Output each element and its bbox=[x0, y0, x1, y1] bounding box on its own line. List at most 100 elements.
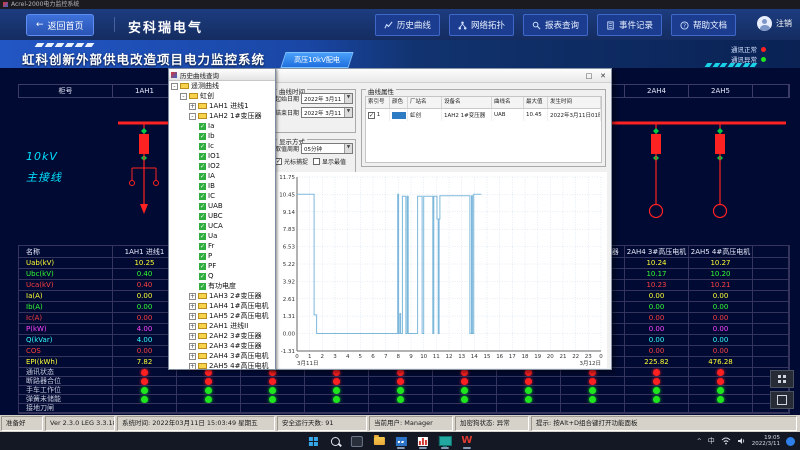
tree-item[interactable]: ✓IC bbox=[169, 191, 275, 201]
tree-item[interactable]: ✓IA bbox=[169, 171, 275, 181]
wps-app-icon[interactable]: W bbox=[460, 434, 474, 448]
bars-app-icon[interactable] bbox=[416, 434, 430, 448]
tree-item[interactable]: ✓IO2 bbox=[169, 161, 275, 171]
tree-item[interactable]: +1AH5 2#高压电机 bbox=[169, 311, 275, 321]
bay-id-header: 2AH5 bbox=[689, 85, 753, 97]
tree-item[interactable]: +1AH3 2#变压器 bbox=[169, 291, 275, 301]
nav-help-doc-button[interactable]: ? 帮助文档 bbox=[671, 14, 736, 36]
meas-value-cell: 0.00 bbox=[625, 324, 689, 335]
tree-item[interactable]: ✓PF bbox=[169, 261, 275, 271]
expand-icon[interactable]: + bbox=[189, 343, 196, 350]
status-dot bbox=[461, 378, 468, 385]
show-max-checkbox[interactable] bbox=[313, 158, 320, 165]
svg-text:12: 12 bbox=[446, 354, 453, 360]
tree-item[interactable]: ✓Ic bbox=[169, 141, 275, 151]
period-select[interactable]: 05分钟▼ bbox=[301, 143, 353, 154]
ime-indicator[interactable]: 中 bbox=[708, 436, 715, 446]
close-icon[interactable]: ✕ bbox=[597, 71, 609, 81]
tree-item[interactable]: +2AH1 进线II bbox=[169, 321, 275, 331]
chevron-down-icon: ▼ bbox=[344, 94, 352, 103]
check-icon: ✓ bbox=[199, 193, 206, 200]
tree-item[interactable]: -1AH2 1#变压器 bbox=[169, 111, 275, 121]
scada-app-icon[interactable] bbox=[394, 434, 408, 448]
panel-window-button[interactable] bbox=[770, 391, 794, 409]
maximize-icon[interactable]: □ bbox=[583, 71, 595, 81]
nav-report-query-button[interactable]: 报表查询 bbox=[523, 14, 588, 36]
tab-hv-10kv[interactable]: 高压10kV配电 bbox=[280, 52, 353, 68]
tree-item[interactable]: -虹创 bbox=[169, 91, 275, 101]
speaker-icon[interactable] bbox=[737, 437, 746, 445]
tree-item[interactable]: +2AH3 4#变压器 bbox=[169, 341, 275, 351]
check-icon: ✓ bbox=[199, 133, 206, 140]
end-date-select[interactable]: 2022年 3月11▼ bbox=[301, 107, 353, 118]
tree-item[interactable]: +1AH4 1#高压电机 bbox=[169, 301, 275, 311]
notification-badge[interactable] bbox=[786, 437, 795, 446]
dialog-titlebar[interactable]: □ ✕ bbox=[267, 69, 611, 83]
curve-props-table: 索引号颜色厂站名设备名曲线名最大值发生时间 1 虹创 1AH2 1#变压器 UA… bbox=[365, 96, 602, 163]
cursor-snap-checkbox[interactable] bbox=[275, 158, 282, 165]
file-explorer-icon[interactable] bbox=[372, 434, 386, 448]
status-dot bbox=[397, 378, 404, 385]
tree-item[interactable]: +2AH4 3#高压电机 bbox=[169, 351, 275, 361]
folder-icon bbox=[198, 313, 207, 319]
legend-comm-normal: 通讯正常 bbox=[731, 44, 766, 54]
tree-item[interactable]: +2AH5 4#高压电机 bbox=[169, 361, 275, 370]
tree-window-titlebar[interactable]: 历史曲线查询 bbox=[169, 69, 275, 81]
status-dot-cell bbox=[625, 395, 689, 404]
nav-network-topology-button[interactable]: 网络拓扑 bbox=[449, 14, 514, 36]
tree-item[interactable]: -遥测曲线 bbox=[169, 81, 275, 91]
tree-item[interactable]: ✓UAB bbox=[169, 201, 275, 211]
tree-item[interactable]: ✓Q bbox=[169, 271, 275, 281]
collapse-icon[interactable]: - bbox=[189, 113, 196, 120]
tree-item-label: IO2 bbox=[208, 162, 220, 170]
wifi-icon[interactable] bbox=[721, 437, 731, 445]
tree-item[interactable]: ✓Ib bbox=[169, 131, 275, 141]
task-view-icon[interactable] bbox=[350, 434, 364, 448]
nav-history-curve-button[interactable]: 历史曲线 bbox=[375, 14, 440, 36]
tray-expand-icon[interactable]: ^ bbox=[697, 438, 702, 445]
props-table-row[interactable]: 1 虹创 1AH2 1#变压器 UAB 10.45 2022年3月11日01时3… bbox=[366, 109, 601, 121]
status-dot-cell bbox=[689, 404, 753, 413]
props-column-header[interactable]: 厂站名 bbox=[408, 97, 442, 109]
tree-item[interactable]: ✓UBC bbox=[169, 211, 275, 221]
tree-item[interactable]: ✓UCA bbox=[169, 221, 275, 231]
tree-item[interactable]: +1AH1 进线1 bbox=[169, 101, 275, 111]
svg-text:22: 22 bbox=[572, 354, 579, 360]
expand-icon[interactable]: + bbox=[189, 313, 196, 320]
back-home-button[interactable]: ← 返回首页 bbox=[26, 14, 94, 36]
tree-item[interactable]: ✓有功电度 bbox=[169, 281, 275, 291]
props-column-header[interactable]: 索引号 bbox=[366, 97, 390, 109]
tree-item[interactable]: ✓P bbox=[169, 251, 275, 261]
expand-icon[interactable]: + bbox=[189, 333, 196, 340]
props-column-header[interactable]: 曲线名 bbox=[492, 97, 524, 109]
tree-item[interactable]: ✓IB bbox=[169, 181, 275, 191]
tree-item[interactable]: ✓Ia bbox=[169, 121, 275, 131]
os-titlebar: Acrel-2000电力监控系统 bbox=[0, 0, 800, 9]
tree-item[interactable]: ✓IO1 bbox=[169, 151, 275, 161]
curve-visible-checkbox[interactable] bbox=[368, 112, 375, 119]
props-column-header[interactable]: 发生时间 bbox=[548, 97, 601, 109]
expand-icon[interactable]: + bbox=[189, 353, 196, 360]
expand-icon[interactable]: + bbox=[189, 363, 196, 370]
panel-grid-button[interactable] bbox=[770, 370, 794, 388]
tree-item[interactable]: ✓Fr bbox=[169, 241, 275, 251]
start-button[interactable] bbox=[306, 434, 320, 448]
start-date-select[interactable]: 2022年 3月11▼ bbox=[301, 93, 353, 104]
expand-icon[interactable]: + bbox=[189, 323, 196, 330]
user-area[interactable]: 注销 bbox=[757, 16, 792, 31]
collapse-icon[interactable]: - bbox=[171, 83, 178, 90]
props-column-header[interactable]: 设备名 bbox=[442, 97, 492, 109]
search-icon[interactable] bbox=[328, 434, 342, 448]
monitor-app-icon[interactable] bbox=[438, 434, 452, 448]
svg-text:1: 1 bbox=[308, 354, 312, 360]
props-column-header[interactable]: 颜色 bbox=[390, 97, 408, 109]
expand-icon[interactable]: + bbox=[189, 303, 196, 310]
expand-icon[interactable]: + bbox=[189, 293, 196, 300]
taskbar-clock[interactable]: 19:05 2022/3/11 bbox=[752, 435, 780, 447]
collapse-icon[interactable]: - bbox=[180, 93, 187, 100]
props-column-header[interactable]: 最大值 bbox=[524, 97, 548, 109]
tree-item[interactable]: +2AH2 3#变压器 bbox=[169, 331, 275, 341]
tree-item[interactable]: ✓Ua bbox=[169, 231, 275, 241]
expand-icon[interactable]: + bbox=[189, 103, 196, 110]
nav-event-log-button[interactable]: 事件记录 bbox=[597, 14, 662, 36]
